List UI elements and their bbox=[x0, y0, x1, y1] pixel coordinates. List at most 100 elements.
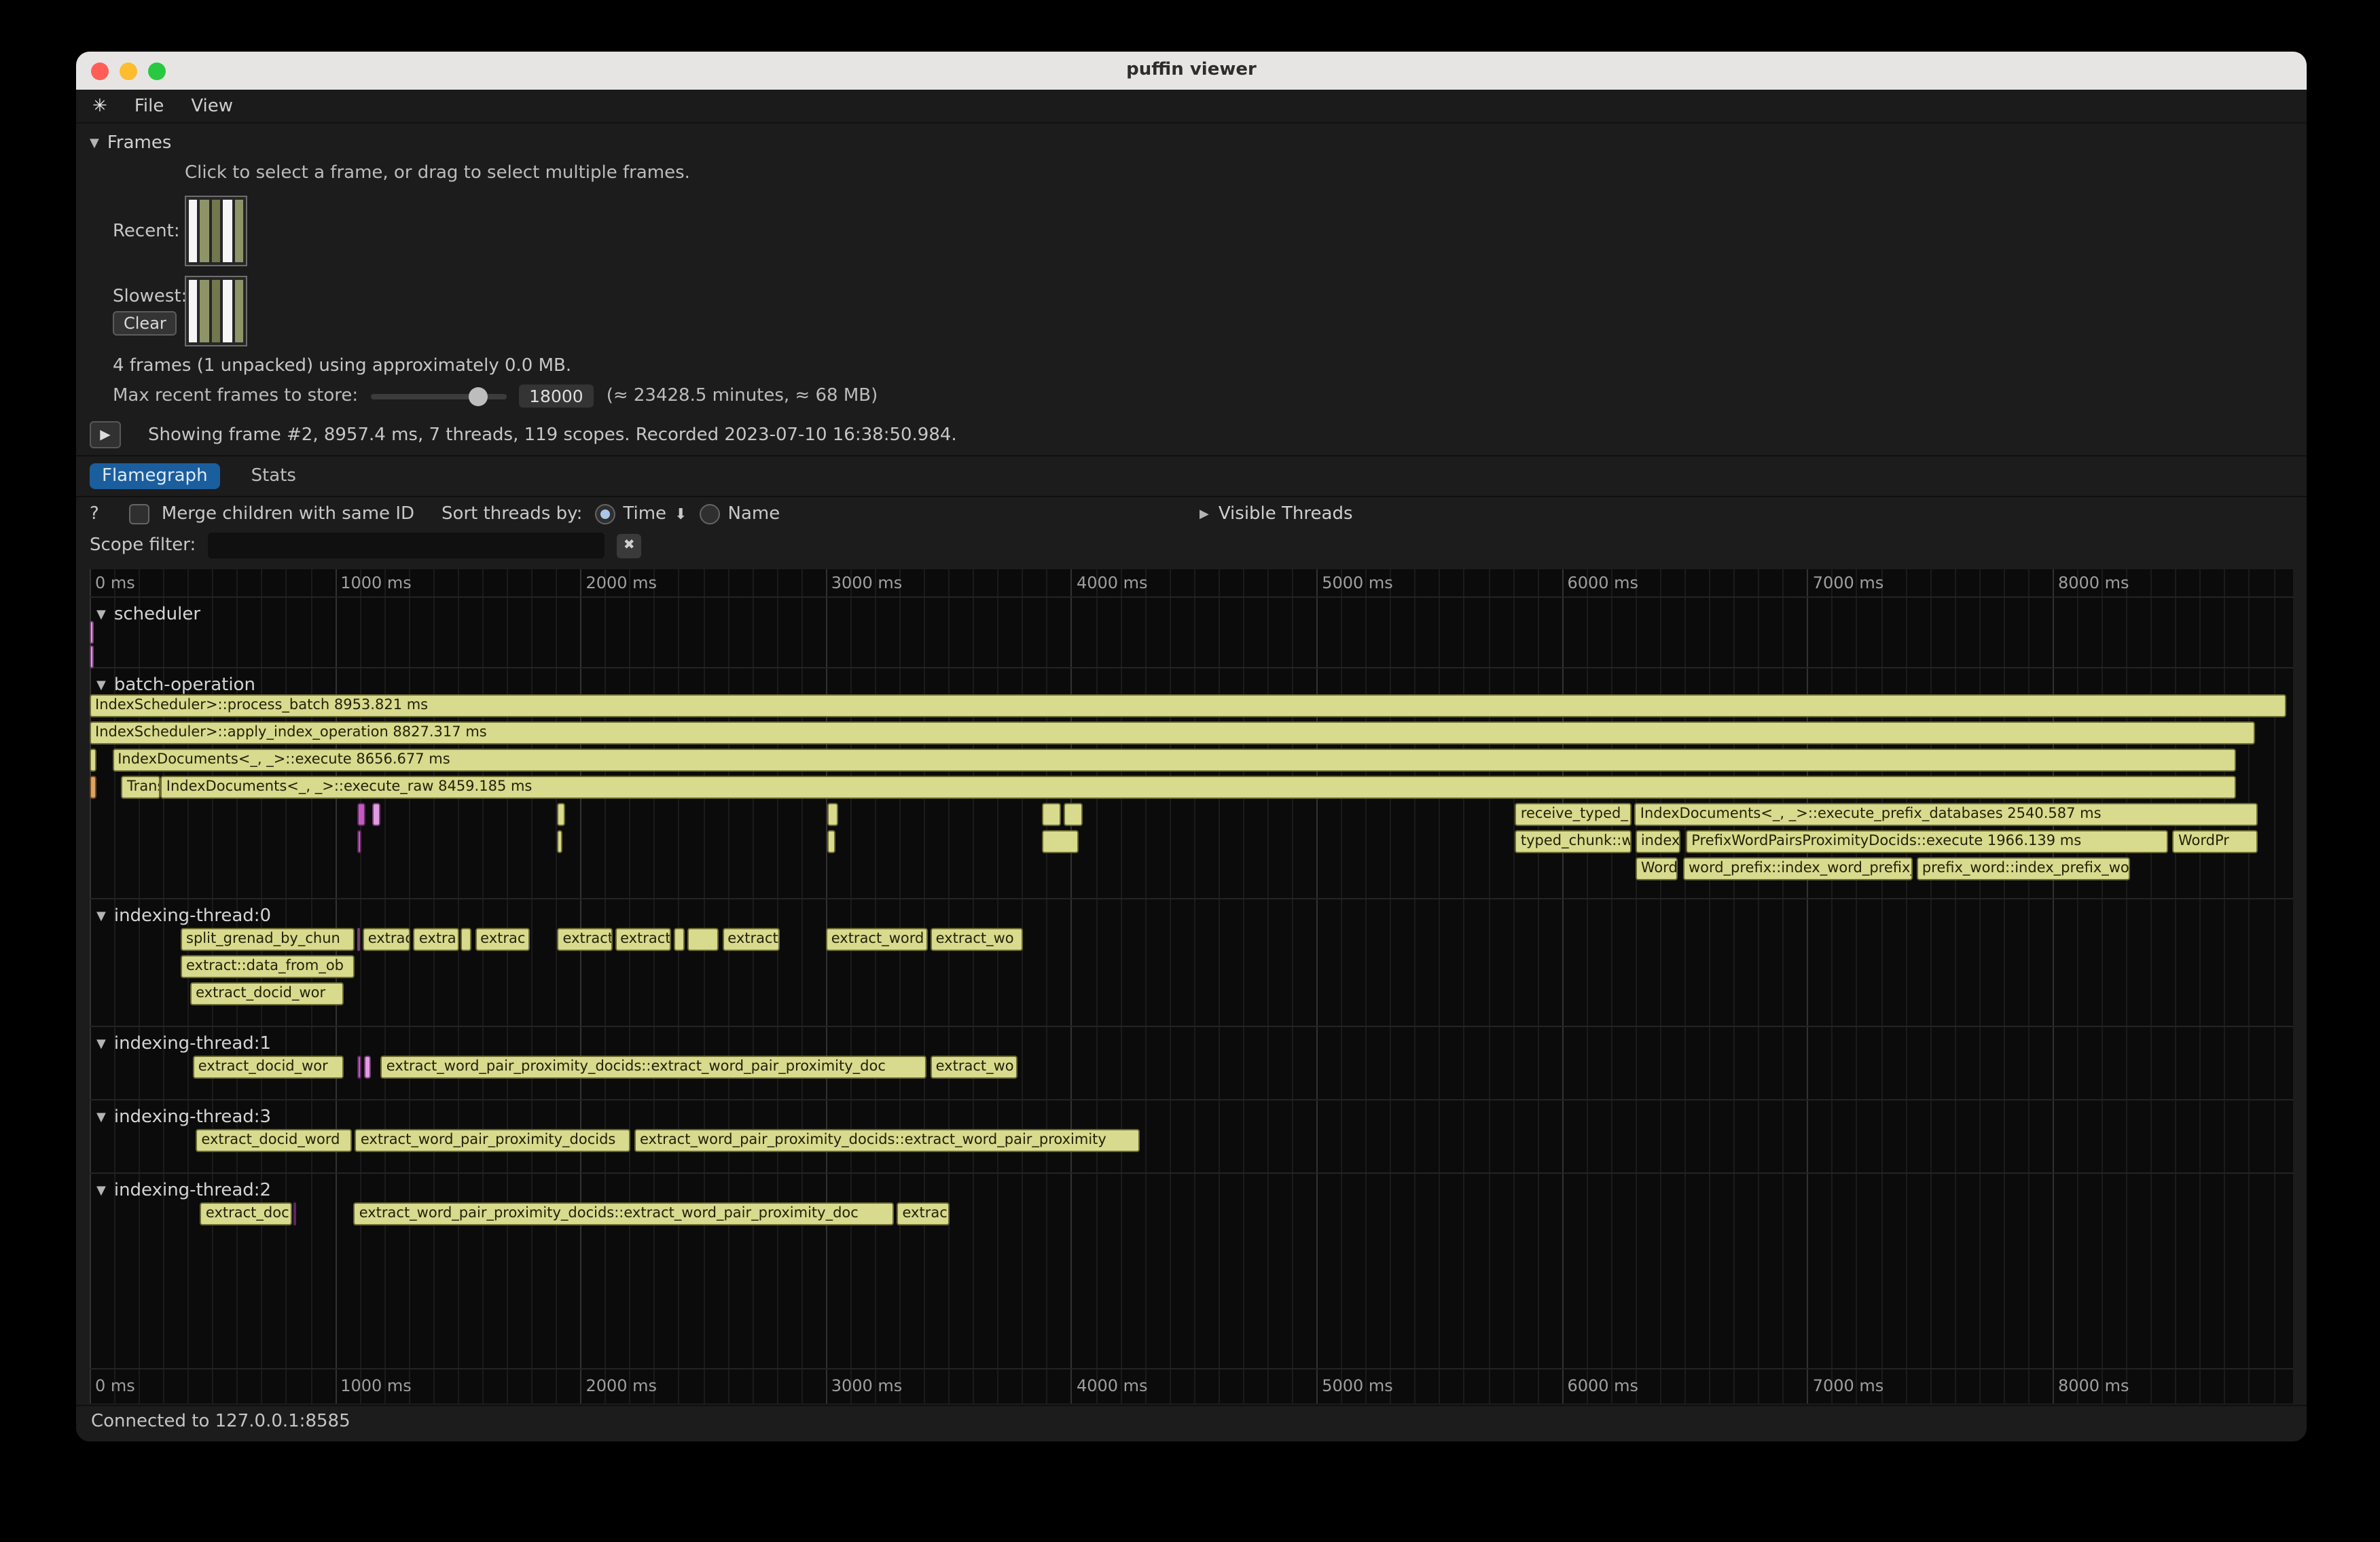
scope-bar[interactable]: IndexDocuments<_, _>::execute 8656.677 m… bbox=[112, 749, 2236, 772]
scope-bar[interactable]: extrac bbox=[475, 928, 530, 951]
scope-bar[interactable] bbox=[357, 830, 361, 853]
scope-bar[interactable]: extract_word_pair_proximity_docids::extr… bbox=[354, 1202, 894, 1225]
scope-bar[interactable]: extract bbox=[363, 928, 411, 951]
scope-bar[interactable]: prefix_word::index_prefix_wo bbox=[1917, 857, 2131, 880]
scope-bar[interactable]: IndexScheduler>::process_batch 8953.821 … bbox=[90, 694, 2287, 717]
tab-flamegraph[interactable]: Flamegraph bbox=[90, 463, 220, 489]
scope-bar[interactable] bbox=[293, 1202, 297, 1225]
frame-bar[interactable] bbox=[189, 280, 198, 342]
tab-stats[interactable]: Stats bbox=[239, 463, 308, 489]
minimize-window-button[interactable] bbox=[120, 62, 137, 80]
scope-bar[interactable]: extract_doc bbox=[200, 1202, 291, 1225]
thread-header[interactable]: ▼indexing-thread:1 bbox=[96, 1034, 271, 1054]
menu-file[interactable]: File bbox=[134, 96, 164, 116]
thread-name: indexing-thread:2 bbox=[114, 1181, 271, 1201]
scope-bar[interactable] bbox=[365, 1056, 371, 1079]
scope-bar[interactable]: IndexScheduler>::apply_index_operation 8… bbox=[90, 721, 2256, 745]
scope-bar[interactable] bbox=[828, 830, 836, 853]
scope-bar[interactable] bbox=[357, 928, 360, 951]
scope-bar[interactable]: index bbox=[1636, 830, 1680, 853]
scope-bar[interactable]: extract_docid_wor bbox=[193, 1056, 344, 1079]
scope-bar[interactable] bbox=[90, 645, 93, 668]
scope-filter-input[interactable] bbox=[208, 533, 605, 558]
scope-bar[interactable]: extract_word bbox=[826, 928, 928, 951]
thread-header[interactable]: ▼indexing-thread:3 bbox=[96, 1107, 271, 1128]
help-button[interactable]: ? bbox=[90, 504, 99, 524]
frame-bar[interactable] bbox=[200, 200, 209, 262]
scope-bar[interactable]: split_grenad_by_chun bbox=[181, 928, 355, 951]
theme-toggle-icon[interactable]: ✳ bbox=[92, 96, 107, 116]
scope-bar[interactable] bbox=[90, 621, 93, 644]
scope-bar[interactable]: word_prefix::index_word_prefix_ bbox=[1683, 857, 1913, 880]
scope-bar[interactable] bbox=[1042, 803, 1060, 826]
scope-bar[interactable] bbox=[90, 749, 97, 772]
scope-bar[interactable] bbox=[1064, 803, 1083, 826]
scope-bar[interactable]: extract bbox=[722, 928, 780, 951]
thread-header[interactable]: ▼indexing-thread:0 bbox=[96, 906, 271, 927]
scope-bar[interactable] bbox=[828, 803, 837, 826]
tabs-bar: Flamegraph Stats bbox=[76, 455, 2307, 496]
frame-bar[interactable] bbox=[234, 280, 243, 342]
scope-bar[interactable] bbox=[558, 830, 563, 853]
frame-bar[interactable] bbox=[189, 200, 198, 262]
scope-bar[interactable]: extract_word_pair_proximity_docids bbox=[355, 1129, 631, 1152]
scope-bar[interactable] bbox=[357, 1056, 361, 1079]
scope-bar[interactable] bbox=[461, 928, 471, 951]
scope-bar[interactable]: receive_typed_ bbox=[1515, 803, 1631, 826]
scope-bar[interactable]: extra bbox=[414, 928, 458, 951]
frame-bar[interactable] bbox=[212, 200, 221, 262]
scope-bar[interactable] bbox=[357, 803, 365, 826]
scope-bar[interactable] bbox=[674, 928, 685, 951]
scope-bar[interactable]: extrac bbox=[897, 1202, 950, 1225]
radio-sort-name[interactable]: Name bbox=[700, 504, 780, 524]
scope-bar[interactable]: extract_ bbox=[558, 928, 613, 951]
scope-bar[interactable]: extract_ bbox=[615, 928, 670, 951]
close-window-button[interactable] bbox=[91, 62, 109, 80]
flamegraph-canvas[interactable]: 0 ms0 ms1000 ms1000 ms2000 ms2000 ms3000… bbox=[90, 569, 2293, 1403]
thread-header[interactable]: ▼batch-operation bbox=[96, 675, 255, 696]
frame-bar[interactable] bbox=[223, 280, 232, 342]
slider-knob[interactable] bbox=[468, 387, 487, 406]
scope-bar[interactable]: extract_docid_word bbox=[196, 1129, 352, 1152]
merge-checkbox[interactable] bbox=[129, 504, 149, 524]
slowest-frames-thumbnail[interactable] bbox=[185, 276, 247, 346]
frame-bar[interactable] bbox=[223, 200, 232, 262]
frame-bar[interactable] bbox=[200, 280, 209, 342]
clear-filter-button[interactable]: ✖ bbox=[617, 533, 641, 558]
scope-bar[interactable]: IndexDocuments<_, _>::execute_raw 8459.1… bbox=[161, 776, 2237, 799]
scope-bar[interactable] bbox=[1042, 830, 1079, 853]
frame-bar[interactable] bbox=[234, 200, 243, 262]
scope-bar[interactable]: Trans bbox=[122, 776, 160, 799]
recent-frames-thumbnail[interactable] bbox=[185, 196, 247, 266]
scope-bar[interactable] bbox=[90, 776, 96, 799]
thread-header[interactable]: ▼scheduler bbox=[96, 605, 200, 625]
scope-bar[interactable]: extract_wo bbox=[931, 928, 1024, 951]
menu-view[interactable]: View bbox=[191, 96, 233, 116]
scope-bar[interactable]: extract_docid_wor bbox=[190, 982, 344, 1005]
scope-bar[interactable]: extract_word_pair_proximity_docids::extr… bbox=[381, 1056, 927, 1079]
thread-header[interactable]: ▼indexing-thread:2 bbox=[96, 1181, 271, 1201]
frame-bar[interactable] bbox=[212, 280, 221, 342]
radio-sort-time[interactable]: Time ⬇ bbox=[594, 504, 687, 524]
scope-bar[interactable] bbox=[687, 928, 719, 951]
max-frames-value[interactable]: 18000 bbox=[518, 384, 594, 408]
scope-bar[interactable] bbox=[558, 803, 565, 826]
scope-bar[interactable]: extract_wo bbox=[931, 1056, 1018, 1079]
scope-bar[interactable]: typed_chunk::w bbox=[1515, 830, 1631, 853]
play-pause-button[interactable]: ▶ bbox=[90, 421, 121, 448]
visible-threads-header[interactable]: ▶ Visible Threads bbox=[1200, 504, 1353, 524]
scope-bar[interactable]: Word bbox=[1636, 857, 1678, 880]
scope-bar[interactable]: WordPr bbox=[2173, 830, 2258, 853]
max-frames-slider[interactable] bbox=[370, 387, 506, 406]
scope-bar[interactable] bbox=[372, 803, 380, 826]
scope-bar[interactable]: extract::data_from_ob bbox=[181, 955, 355, 978]
time-tick-label: 0 ms bbox=[95, 573, 135, 592]
frames-section-header[interactable]: ▼ Frames bbox=[90, 133, 2293, 154]
scope-bar[interactable]: extract_word_pair_proximity_docids::extr… bbox=[634, 1129, 1139, 1152]
radio-name-label: Name bbox=[728, 504, 780, 524]
scope-bar[interactable]: PrefixWordPairsProximityDocids::execute … bbox=[1686, 830, 2168, 853]
scope-bar[interactable]: IndexDocuments<_, _>::execute_prefix_dat… bbox=[1635, 803, 2258, 826]
titlebar[interactable]: puffin viewer bbox=[76, 52, 2307, 90]
clear-button[interactable]: Clear bbox=[113, 311, 177, 336]
maximize-window-button[interactable] bbox=[148, 62, 166, 80]
